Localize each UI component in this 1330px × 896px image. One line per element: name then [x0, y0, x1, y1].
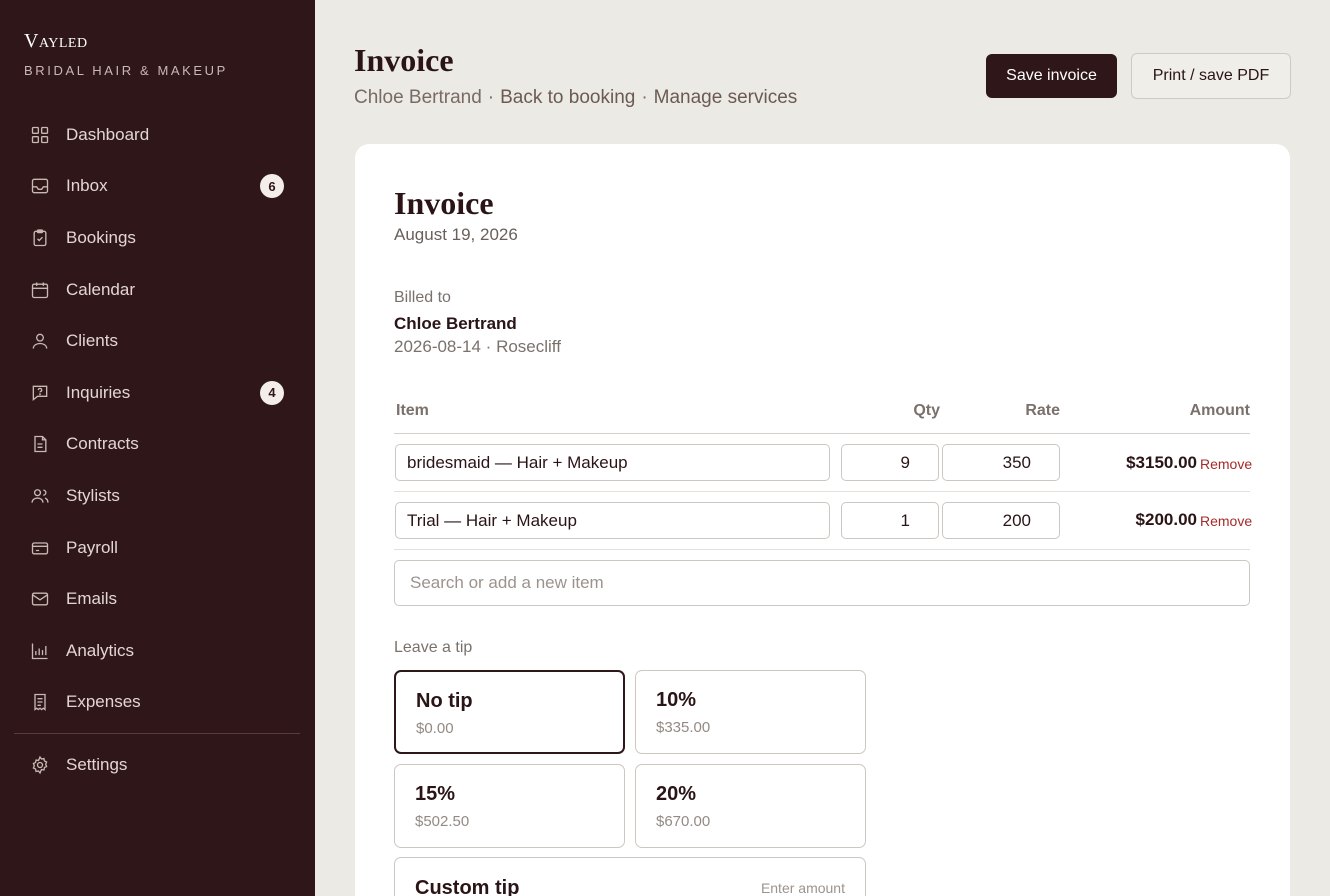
- sidebar-item-label: Contracts: [66, 434, 139, 454]
- users-icon: [31, 489, 49, 503]
- calendar-icon: [31, 282, 49, 298]
- inbox-icon: [31, 179, 49, 194]
- sidebar: Vayled BRIDAL HAIR & MAKEUP Dashboard In…: [0, 0, 315, 896]
- tip-option-amount: $502.50: [415, 813, 470, 830]
- receipt-icon: [34, 694, 46, 712]
- sidebar-item-label: Calendar: [66, 279, 135, 299]
- sidebar-item-stylists[interactable]: Stylists: [14, 470, 300, 522]
- sidebar-item-label: Clients: [66, 331, 118, 351]
- sidebar-item-label: Analytics: [66, 640, 135, 660]
- custom-tip-input[interactable]: Enter amount: [761, 880, 845, 896]
- tip-option-name: No tip: [416, 690, 473, 712]
- breadcrumb-separator: ·: [487, 87, 495, 108]
- billed-to-details: 2026-08-14 · Rosecliff: [394, 337, 561, 356]
- custom-tip-label: Custom tip: [415, 877, 520, 896]
- column-header-qty: Qty: [913, 402, 940, 419]
- save-invoice-button[interactable]: Save invoice: [986, 54, 1117, 98]
- tip-option-amount: $0.00: [416, 720, 454, 737]
- item-rate-input[interactable]: 350: [942, 444, 1060, 481]
- tip-option-15[interactable]: 15% $502.50: [394, 764, 625, 848]
- mail-icon: [31, 592, 49, 606]
- sidebar-item-expenses[interactable]: Expenses: [14, 677, 300, 729]
- tip-label: Leave a tip: [394, 639, 473, 656]
- item-name-input[interactable]: Trial — Hair + Makeup: [395, 502, 830, 539]
- sidebar-item-analytics[interactable]: Analytics: [14, 625, 300, 677]
- inbox-count-badge: 6: [260, 174, 284, 199]
- sidebar-nav: Dashboard Inbox 6 Bookings Calendar Clie…: [14, 109, 300, 791]
- sidebar-item-label: Dashboard: [66, 124, 150, 144]
- invoice-title: Invoice: [394, 185, 494, 221]
- sidebar-item-label: Settings: [66, 754, 128, 774]
- row-divider: [394, 549, 1250, 550]
- breadcrumb: Chloe Bertrand · Back to booking · Manag…: [354, 87, 797, 109]
- sidebar-item-label: Bookings: [66, 227, 136, 247]
- column-header-item: Item: [396, 402, 429, 419]
- tip-option-name: 10%: [656, 689, 697, 711]
- sidebar-item-label: Payroll: [66, 537, 118, 557]
- gear-icon: [32, 755, 48, 775]
- sidebar-item-contracts[interactable]: Contracts: [14, 419, 300, 471]
- sidebar-item-dashboard[interactable]: Dashboard: [14, 109, 300, 161]
- custom-tip-field[interactable]: Custom tip Enter amount: [394, 857, 866, 896]
- sidebar-item-label: Expenses: [66, 692, 141, 712]
- inquiries-count-badge: 4: [260, 380, 284, 405]
- breadcrumb-separator: ·: [641, 87, 648, 108]
- invoice-date: August 19, 2026: [394, 225, 518, 244]
- remove-item-link[interactable]: Remove: [1200, 456, 1252, 472]
- item-amount: $3150.00: [1126, 453, 1197, 472]
- grid-icon: [31, 126, 49, 143]
- sidebar-item-settings[interactable]: Settings: [14, 739, 300, 791]
- breadcrumb-client: Chloe Bertrand: [354, 87, 482, 108]
- column-header-amount: Amount: [1189, 402, 1250, 419]
- brand: Vayled BRIDAL HAIR & MAKEUP: [24, 30, 228, 78]
- sidebar-item-calendar[interactable]: Calendar: [14, 264, 300, 316]
- sidebar-item-clients[interactable]: Clients: [14, 315, 300, 367]
- back-to-booking-link[interactable]: Back to booking: [500, 87, 635, 109]
- page-title: Invoice: [354, 42, 454, 78]
- add-item-search-input[interactable]: Search or add a new item: [394, 560, 1250, 606]
- item-qty-input[interactable]: 9: [841, 444, 939, 481]
- tip-option-10[interactable]: 10% $335.00: [635, 670, 866, 754]
- sidebar-item-label: Inbox: [66, 176, 108, 196]
- document-icon: [34, 436, 47, 453]
- sidebar-item-emails[interactable]: Emails: [14, 573, 300, 625]
- item-name-input[interactable]: bridesmaid — Hair + Makeup: [395, 444, 830, 481]
- sidebar-item-inbox[interactable]: Inbox 6: [14, 161, 300, 213]
- tip-option-amount: $335.00: [656, 719, 711, 736]
- clipboard-check-icon: [33, 229, 47, 247]
- tip-option-name: 20%: [656, 783, 697, 805]
- manage-services-link[interactable]: Manage services: [654, 87, 798, 109]
- sidebar-item-payroll[interactable]: Payroll: [14, 522, 300, 574]
- billed-to-name: Chloe Bertrand: [394, 314, 517, 333]
- brand-tagline: BRIDAL HAIR & MAKEUP: [24, 63, 228, 78]
- tip-option-20[interactable]: 20% $670.00: [635, 764, 866, 848]
- billed-to-label: Billed to: [394, 289, 451, 306]
- invoice-card: Invoice August 19, 2026 Billed to Chloe …: [355, 144, 1290, 896]
- sidebar-item-bookings[interactable]: Bookings: [14, 212, 300, 264]
- item-qty-input[interactable]: 1: [841, 502, 939, 539]
- item-amount: $200.00: [1135, 510, 1197, 529]
- sidebar-item-inquiries[interactable]: Inquiries 4: [14, 367, 300, 419]
- sidebar-item-label: Stylists: [66, 485, 120, 505]
- sidebar-item-label: Inquiries: [66, 382, 131, 402]
- table-header-divider: [394, 433, 1250, 434]
- sidebar-divider: [14, 733, 300, 735]
- user-icon: [32, 333, 48, 349]
- tip-option-none[interactable]: No tip $0.00: [394, 670, 625, 754]
- remove-item-link[interactable]: Remove: [1200, 513, 1252, 529]
- print-pdf-button[interactable]: Print / save PDF: [1131, 53, 1291, 99]
- column-header-rate: Rate: [1025, 402, 1060, 419]
- row-divider: [394, 491, 1250, 492]
- tip-option-amount: $670.00: [656, 813, 711, 830]
- sidebar-item-label: Emails: [66, 589, 118, 609]
- item-rate-input[interactable]: 200: [942, 502, 1060, 539]
- message-question-icon: [32, 385, 48, 401]
- brand-name: Vayled: [24, 30, 88, 52]
- bar-chart-icon: [31, 643, 48, 659]
- tip-option-name: 15%: [415, 783, 456, 805]
- wallet-icon: [31, 541, 49, 555]
